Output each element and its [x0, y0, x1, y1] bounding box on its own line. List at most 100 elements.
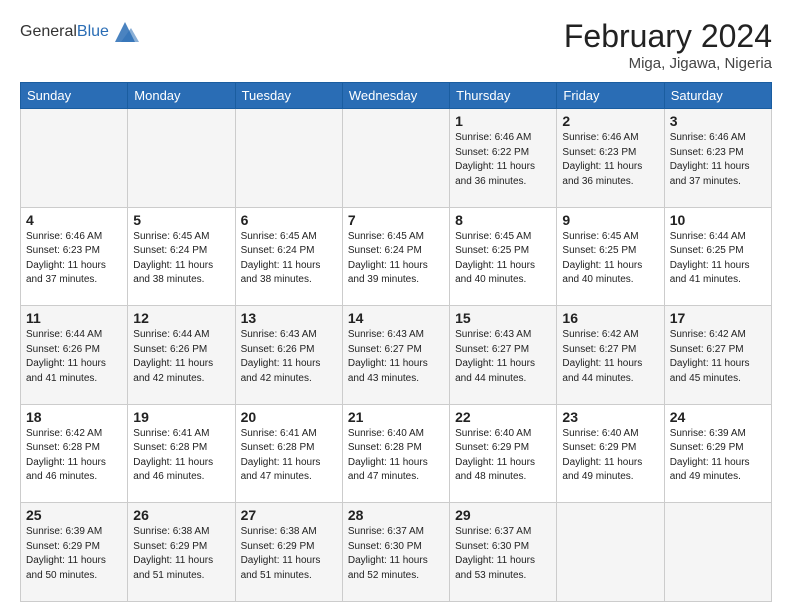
- day-info: Sunrise: 6:40 AMSunset: 6:29 PMDaylight:…: [455, 428, 535, 483]
- location: Miga, Jigawa, Nigeria: [564, 55, 772, 72]
- calendar-cell: 12 Sunrise: 6:44 AMSunset: 6:26 PMDayligh…: [128, 306, 235, 405]
- calendar-cell: 10 Sunrise: 6:44 AMSunset: 6:25 PMDayligh…: [664, 207, 771, 306]
- day-info: Sunrise: 6:46 AMSunset: 6:23 PMDaylight:…: [562, 132, 642, 187]
- calendar-week-row: 11 Sunrise: 6:44 AMSunset: 6:26 PMDayligh…: [21, 306, 772, 405]
- calendar-cell: [21, 109, 128, 208]
- calendar-cell: 9 Sunrise: 6:45 AMSunset: 6:25 PMDaylight…: [557, 207, 664, 306]
- calendar-header-row: SundayMondayTuesdayWednesdayThursdayFrid…: [21, 83, 772, 109]
- calendar-week-row: 4 Sunrise: 6:46 AMSunset: 6:23 PMDaylight…: [21, 207, 772, 306]
- logo-icon: [111, 18, 139, 46]
- col-header-tuesday: Tuesday: [235, 83, 342, 109]
- calendar-cell: 8 Sunrise: 6:45 AMSunset: 6:25 PMDaylight…: [450, 207, 557, 306]
- page: GeneralBlue February 2024 Miga, Jigawa, …: [0, 0, 792, 612]
- day-number: 4: [26, 212, 122, 228]
- day-number: 17: [670, 310, 766, 326]
- day-number: 13: [241, 310, 337, 326]
- day-number: 16: [562, 310, 658, 326]
- day-info: Sunrise: 6:38 AMSunset: 6:29 PMDaylight:…: [241, 526, 321, 581]
- day-number: 2: [562, 113, 658, 129]
- day-info: Sunrise: 6:39 AMSunset: 6:29 PMDaylight:…: [670, 428, 750, 483]
- day-number: 9: [562, 212, 658, 228]
- day-number: 11: [26, 310, 122, 326]
- day-number: 28: [348, 507, 444, 523]
- day-info: Sunrise: 6:44 AMSunset: 6:26 PMDaylight:…: [133, 329, 213, 384]
- calendar-cell: 18 Sunrise: 6:42 AMSunset: 6:28 PMDayligh…: [21, 404, 128, 503]
- calendar-week-row: 18 Sunrise: 6:42 AMSunset: 6:28 PMDayligh…: [21, 404, 772, 503]
- calendar-cell: [235, 109, 342, 208]
- day-number: 1: [455, 113, 551, 129]
- day-number: 25: [26, 507, 122, 523]
- col-header-saturday: Saturday: [664, 83, 771, 109]
- calendar-cell: [342, 109, 449, 208]
- col-header-friday: Friday: [557, 83, 664, 109]
- title-block: February 2024 Miga, Jigawa, Nigeria: [564, 18, 772, 72]
- day-info: Sunrise: 6:39 AMSunset: 6:29 PMDaylight:…: [26, 526, 106, 581]
- day-number: 5: [133, 212, 229, 228]
- day-number: 10: [670, 212, 766, 228]
- day-number: 7: [348, 212, 444, 228]
- calendar-table: SundayMondayTuesdayWednesdayThursdayFrid…: [20, 82, 772, 602]
- col-header-thursday: Thursday: [450, 83, 557, 109]
- calendar-week-row: 1 Sunrise: 6:46 AMSunset: 6:22 PMDaylight…: [21, 109, 772, 208]
- day-info: Sunrise: 6:46 AMSunset: 6:22 PMDaylight:…: [455, 132, 535, 187]
- day-number: 18: [26, 409, 122, 425]
- day-info: Sunrise: 6:38 AMSunset: 6:29 PMDaylight:…: [133, 526, 213, 581]
- calendar-cell: 7 Sunrise: 6:45 AMSunset: 6:24 PMDaylight…: [342, 207, 449, 306]
- day-info: Sunrise: 6:37 AMSunset: 6:30 PMDaylight:…: [348, 526, 428, 581]
- day-info: Sunrise: 6:42 AMSunset: 6:27 PMDaylight:…: [670, 329, 750, 384]
- calendar-cell: 26Sunrise: 6:38 AMSunset: 6:29 PMDayligh…: [128, 503, 235, 602]
- calendar-cell: 5 Sunrise: 6:45 AMSunset: 6:24 PMDaylight…: [128, 207, 235, 306]
- calendar-cell: 16 Sunrise: 6:42 AMSunset: 6:27 PMDayligh…: [557, 306, 664, 405]
- day-number: 14: [348, 310, 444, 326]
- calendar-week-row: 25 Sunrise: 6:39 AMSunset: 6:29 PMDayligh…: [21, 503, 772, 602]
- logo: GeneralBlue: [20, 18, 139, 46]
- calendar-cell: 11Sunrise: 6:44 AMSunset: 6:26 PMDayligh…: [21, 306, 128, 405]
- day-number: 24: [670, 409, 766, 425]
- day-info: Sunrise: 6:45 AMSunset: 6:24 PMDaylight:…: [241, 231, 321, 286]
- calendar-cell: 13 Sunrise: 6:43 AMSunset: 6:26 PMDayligh…: [235, 306, 342, 405]
- day-number: 23: [562, 409, 658, 425]
- calendar-cell: 4 Sunrise: 6:46 AMSunset: 6:23 PMDaylight…: [21, 207, 128, 306]
- calendar-cell: 19 Sunrise: 6:41 AMSunset: 6:28 PMDayligh…: [128, 404, 235, 503]
- calendar-cell: 22 Sunrise: 6:40 AMSunset: 6:29 PMDayligh…: [450, 404, 557, 503]
- day-info: Sunrise: 6:42 AMSunset: 6:27 PMDaylight:…: [562, 329, 642, 384]
- calendar-cell: 6Sunrise: 6:45 AMSunset: 6:24 PMDaylight…: [235, 207, 342, 306]
- day-info: Sunrise: 6:45 AMSunset: 6:25 PMDaylight:…: [562, 231, 642, 286]
- day-number: 15: [455, 310, 551, 326]
- day-info: Sunrise: 6:45 AMSunset: 6:24 PMDaylight:…: [348, 231, 428, 286]
- day-number: 19: [133, 409, 229, 425]
- calendar-cell: 23 Sunrise: 6:40 AMSunset: 6:29 PMDayligh…: [557, 404, 664, 503]
- calendar-cell: 2 Sunrise: 6:46 AMSunset: 6:23 PMDaylight…: [557, 109, 664, 208]
- col-header-monday: Monday: [128, 83, 235, 109]
- calendar-cell: 24 Sunrise: 6:39 AMSunset: 6:29 PMDayligh…: [664, 404, 771, 503]
- day-info: Sunrise: 6:41 AMSunset: 6:28 PMDaylight:…: [133, 428, 213, 483]
- day-number: 12: [133, 310, 229, 326]
- day-info: Sunrise: 6:43 AMSunset: 6:27 PMDaylight:…: [455, 329, 535, 384]
- logo-blue-text: Blue: [77, 23, 109, 40]
- calendar-cell: [664, 503, 771, 602]
- day-info: Sunrise: 6:40 AMSunset: 6:29 PMDaylight:…: [562, 428, 642, 483]
- col-header-wednesday: Wednesday: [342, 83, 449, 109]
- calendar-cell: 20Sunrise: 6:41 AMSunset: 6:28 PMDayligh…: [235, 404, 342, 503]
- calendar-cell: 17 Sunrise: 6:42 AMSunset: 6:27 PMDayligh…: [664, 306, 771, 405]
- day-info: Sunrise: 6:45 AMSunset: 6:24 PMDaylight:…: [133, 231, 213, 286]
- day-number: 22: [455, 409, 551, 425]
- logo-general-text: General: [20, 23, 77, 40]
- day-info: Sunrise: 6:44 AMSunset: 6:25 PMDaylight:…: [670, 231, 750, 286]
- day-info: Sunrise: 6:43 AMSunset: 6:26 PMDaylight:…: [241, 329, 321, 384]
- day-info: Sunrise: 6:42 AMSunset: 6:28 PMDaylight:…: [26, 428, 106, 483]
- day-number: 27: [241, 507, 337, 523]
- day-info: Sunrise: 6:46 AMSunset: 6:23 PMDaylight:…: [670, 132, 750, 187]
- day-info: Sunrise: 6:45 AMSunset: 6:25 PMDaylight:…: [455, 231, 535, 286]
- day-number: 21: [348, 409, 444, 425]
- col-header-sunday: Sunday: [21, 83, 128, 109]
- day-number: 8: [455, 212, 551, 228]
- day-number: 3: [670, 113, 766, 129]
- calendar-cell: 25 Sunrise: 6:39 AMSunset: 6:29 PMDayligh…: [21, 503, 128, 602]
- calendar-cell: 28 Sunrise: 6:37 AMSunset: 6:30 PMDayligh…: [342, 503, 449, 602]
- day-info: Sunrise: 6:41 AMSunset: 6:28 PMDaylight:…: [241, 428, 321, 483]
- header: GeneralBlue February 2024 Miga, Jigawa, …: [20, 18, 772, 72]
- day-info: Sunrise: 6:46 AMSunset: 6:23 PMDaylight:…: [26, 231, 106, 286]
- day-info: Sunrise: 6:40 AMSunset: 6:28 PMDaylight:…: [348, 428, 428, 483]
- day-number: 29: [455, 507, 551, 523]
